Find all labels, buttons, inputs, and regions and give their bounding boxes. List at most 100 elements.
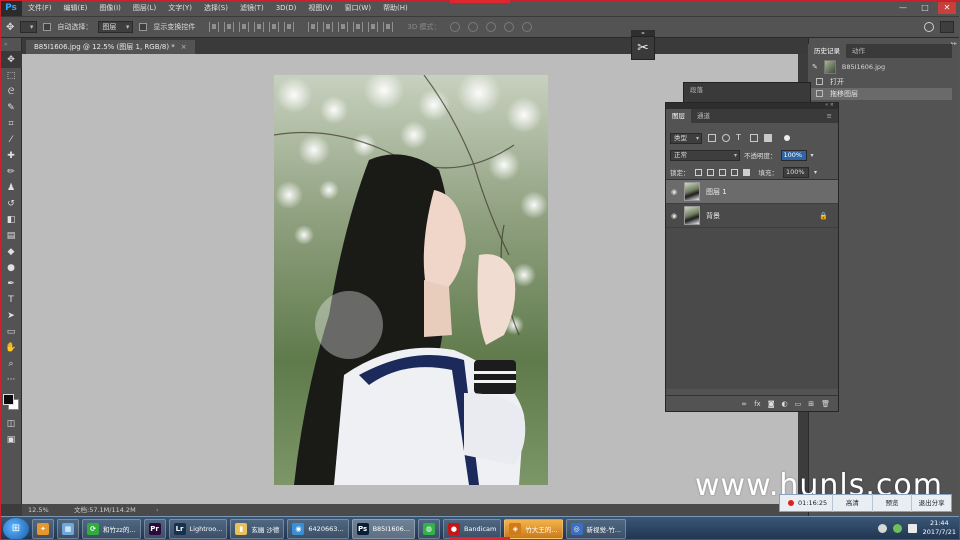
- eyedropper-tool-icon[interactable]: ⁄: [0, 132, 22, 148]
- move-tool-icon[interactable]: ✥: [0, 52, 22, 68]
- preview-button[interactable]: 预览: [871, 494, 912, 512]
- menu-item[interactable]: 窗口(W): [339, 0, 377, 16]
- distribute-left-icon[interactable]: [353, 22, 364, 32]
- tray-app-icon[interactable]: [877, 523, 887, 533]
- layer-filter-dropdown[interactable]: 类型: [670, 132, 702, 144]
- taskbar-button[interactable]: ▮ 玄幽 沙德: [230, 518, 285, 539]
- more-tools-icon[interactable]: ···: [0, 372, 22, 388]
- healing-brush-tool-icon[interactable]: ✚: [0, 148, 22, 164]
- taskbar-button[interactable]: ◉ 6420663...: [287, 518, 349, 539]
- move-tool-icon[interactable]: ✥: [6, 22, 14, 33]
- tray-network-icon[interactable]: [892, 523, 902, 533]
- tray-volume-icon[interactable]: [907, 523, 917, 533]
- foreground-color-swatch[interactable]: [3, 394, 14, 405]
- layer-name[interactable]: 图层 1: [706, 187, 727, 197]
- 3d-roll-icon[interactable]: [468, 22, 479, 32]
- dodge-tool-icon[interactable]: ●: [0, 260, 22, 276]
- clock[interactable]: 21:44 2017/7/21: [923, 519, 956, 537]
- shape-tool-icon[interactable]: ▭: [0, 324, 22, 340]
- new-layer-icon[interactable]: ⊞: [808, 400, 814, 408]
- stamp-tool-icon[interactable]: ♟: [0, 180, 22, 196]
- pen-tool-icon[interactable]: ✒: [0, 276, 22, 292]
- align-hcenter-icon[interactable]: [269, 22, 280, 32]
- distribute-hcenter-icon[interactable]: [368, 22, 379, 32]
- align-right-icon[interactable]: [284, 22, 295, 32]
- document-tab[interactable]: B85I1606.jpg @ 12.5% (图层 1, RGB/8) * ×: [26, 40, 195, 54]
- tab-channels[interactable]: 通道: [691, 109, 716, 123]
- align-vcenter-icon[interactable]: [224, 22, 235, 32]
- menu-item[interactable]: 滤镜(T): [234, 0, 270, 16]
- distribute-right-icon[interactable]: [383, 22, 394, 32]
- layer-name[interactable]: 背景: [706, 211, 720, 221]
- visibility-eye-icon[interactable]: ◉: [666, 188, 682, 196]
- fill-dropdown-icon[interactable]: ▾: [814, 169, 817, 176]
- zoom-tool-icon[interactable]: ⌕: [0, 356, 22, 372]
- close-button[interactable]: ✕: [938, 2, 956, 14]
- taskbar-button[interactable]: ● Bandicam: [442, 518, 502, 539]
- link-layers-icon[interactable]: ∞: [741, 400, 747, 408]
- lock-transparent-icon[interactable]: [694, 168, 702, 176]
- opacity-dropdown-icon[interactable]: ▾: [811, 152, 814, 159]
- shape-filter-icon[interactable]: [750, 134, 758, 142]
- auto-select-dropdown[interactable]: 图层: [98, 21, 134, 33]
- adjustment-filter-icon[interactable]: [722, 134, 730, 142]
- zoom-level[interactable]: 12.5%: [28, 504, 49, 516]
- close-document-icon[interactable]: ×: [181, 43, 187, 51]
- minimize-button[interactable]: —: [894, 2, 912, 14]
- search-icon[interactable]: [924, 22, 934, 32]
- start-button-icon[interactable]: ⊞: [3, 517, 29, 540]
- align-top-icon[interactable]: [209, 22, 220, 32]
- maximize-button[interactable]: □: [916, 2, 934, 14]
- quick-mask-icon[interactable]: ◫: [0, 416, 22, 432]
- menu-item[interactable]: 3D(D): [270, 0, 303, 16]
- taskbar-button[interactable]: Lr Lightroo...: [168, 518, 228, 539]
- marquee-tool-icon[interactable]: ⬚: [0, 68, 22, 84]
- tab-layers[interactable]: 图层: [666, 109, 691, 123]
- history-item-open[interactable]: 打开: [808, 76, 952, 88]
- blur-tool-icon[interactable]: ◆: [0, 244, 22, 260]
- hand-tool-icon[interactable]: ✋: [0, 340, 22, 356]
- menu-item[interactable]: 图层(L): [127, 0, 162, 16]
- blend-mode-dropdown[interactable]: 正常: [670, 149, 740, 161]
- taskbar-button[interactable]: ⟳ 和竹zz的...: [82, 518, 141, 539]
- fill-input[interactable]: 100%: [783, 166, 809, 178]
- lock-all-icon[interactable]: [742, 168, 750, 176]
- panel-menu-icon[interactable]: ≡: [821, 109, 838, 123]
- scissors-icon[interactable]: ✂: [631, 36, 655, 60]
- pixel-filter-icon[interactable]: [708, 134, 716, 142]
- tools-panel-header[interactable]: »: [0, 38, 21, 52]
- history-brush-tool-icon[interactable]: ↺: [0, 196, 22, 212]
- taskbar-button[interactable]: ◎ 新视觉-竹...: [565, 518, 627, 539]
- status-menu-icon[interactable]: ›: [156, 504, 159, 516]
- document-image[interactable]: [274, 75, 548, 485]
- menu-item[interactable]: 文字(Y): [162, 0, 198, 16]
- adjustment-layer-icon[interactable]: ◐: [782, 400, 788, 408]
- taskbar-button[interactable]: ▦: [57, 518, 79, 539]
- taskbar-button[interactable]: ◍: [417, 518, 440, 539]
- type-tool-icon[interactable]: T: [0, 292, 22, 308]
- taskbar-button[interactable]: Pr: [143, 518, 166, 539]
- tool-preset-picker[interactable]: [20, 21, 38, 33]
- workspace-switcher[interactable]: [940, 21, 954, 33]
- 3d-slide-icon[interactable]: [504, 22, 515, 32]
- lasso-tool-icon[interactable]: ᘓ: [0, 84, 22, 100]
- type-filter-icon[interactable]: T: [736, 134, 744, 142]
- 3d-drag-icon[interactable]: [486, 22, 497, 32]
- show-transform-checkbox[interactable]: [139, 23, 148, 31]
- lock-pixels-icon[interactable]: [706, 168, 714, 176]
- distribute-top-icon[interactable]: [308, 22, 319, 32]
- eraser-tool-icon[interactable]: ◧: [0, 212, 22, 228]
- lock-artboard-icon[interactable]: [730, 168, 738, 176]
- taskbar-button[interactable]: ◈ 竹大王的...: [504, 518, 563, 539]
- layer-row[interactable]: ◉ 图层 1: [666, 180, 838, 204]
- visibility-eye-icon[interactable]: ◉: [666, 212, 682, 220]
- menu-item[interactable]: 选择(S): [198, 0, 234, 16]
- menu-item[interactable]: 帮助(H): [377, 0, 414, 16]
- taskbar-button[interactable]: ✦: [32, 518, 54, 539]
- path-select-tool-icon[interactable]: ➤: [0, 308, 22, 324]
- menu-item[interactable]: 图像(I): [93, 0, 127, 16]
- taskbar-button[interactable]: Ps B85I1606...: [351, 518, 415, 539]
- smart-object-filter-icon[interactable]: [764, 134, 772, 142]
- hd-button[interactable]: 高清: [832, 494, 872, 512]
- add-mask-icon[interactable]: ◙: [768, 400, 775, 408]
